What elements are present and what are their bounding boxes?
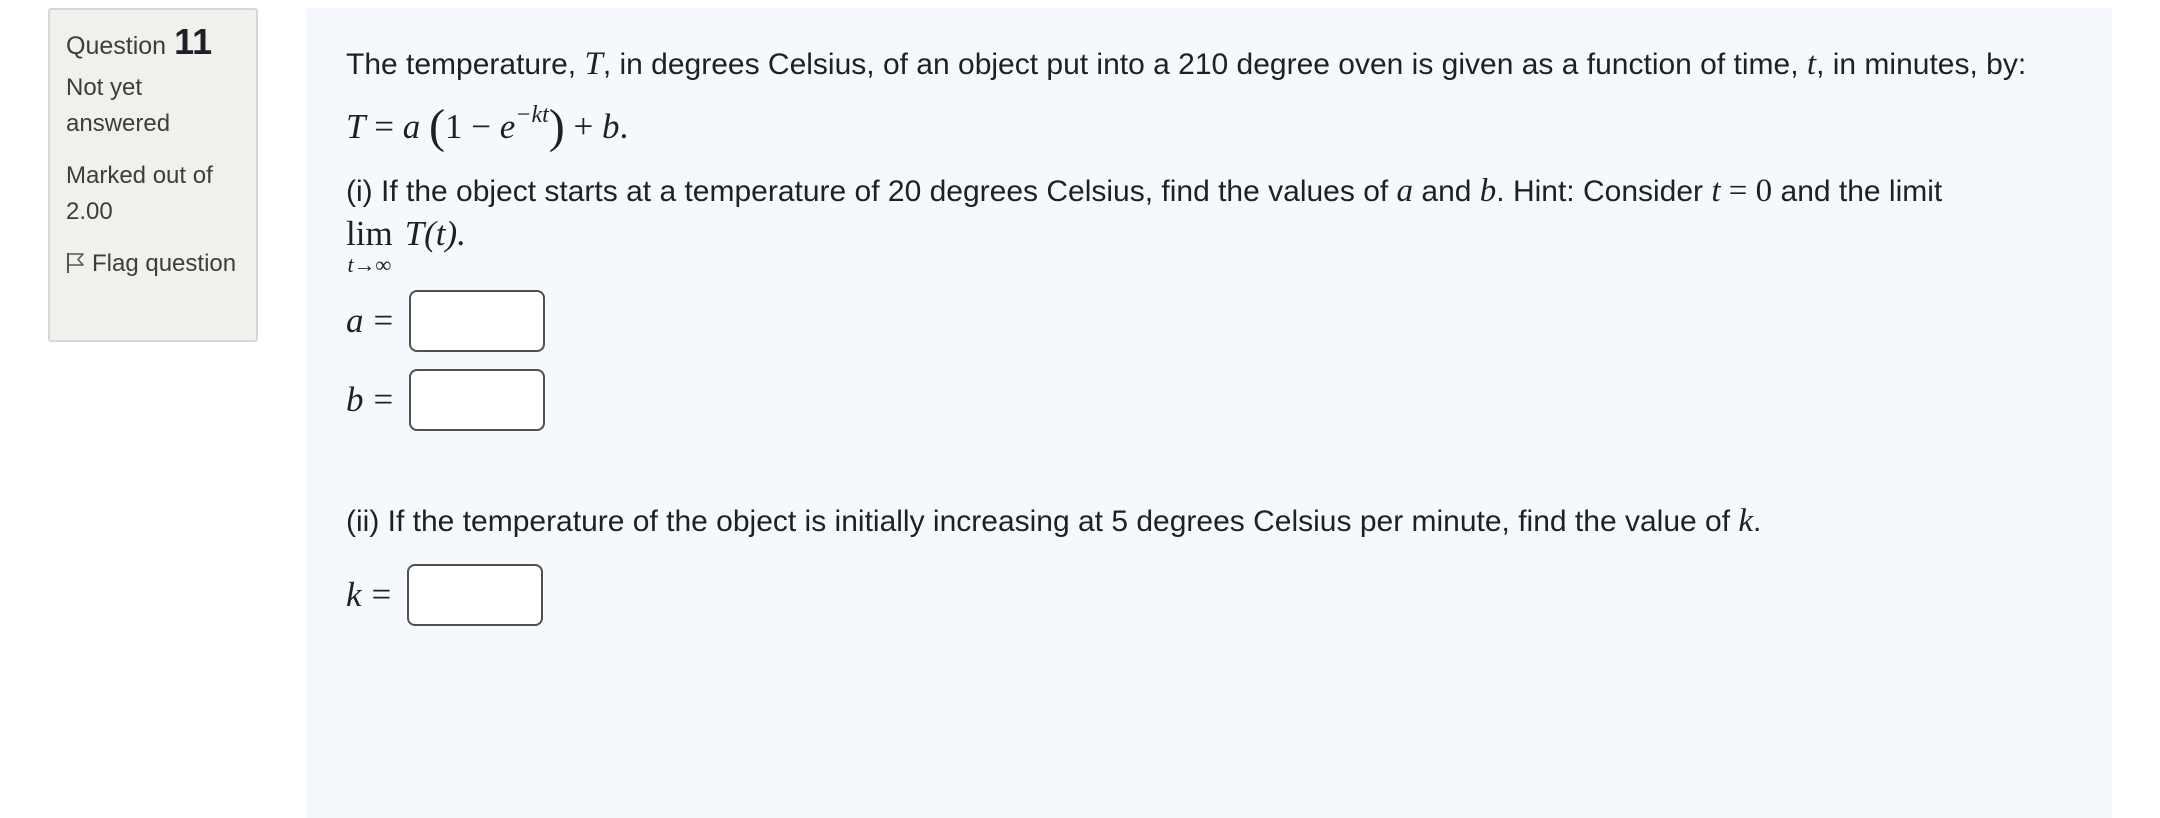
part-i-text-2: and [1413, 175, 1480, 208]
part-ii-text-2: . [1753, 505, 1762, 538]
part-i-var-a: a [1396, 173, 1414, 209]
formula-plus: + [564, 107, 602, 146]
limit-function: T(t). [404, 214, 466, 253]
formula-close-paren: ) [548, 100, 565, 153]
answer-k-label: k [346, 575, 362, 614]
intro-var-T: T [584, 46, 603, 82]
part-i-var-b: b [1479, 173, 1497, 209]
answer-row-b: b = [346, 369, 2072, 431]
question-content: The temperature, T, in degrees Celsius, … [306, 8, 2112, 818]
temperature-formula: T = a (1 − e−kt) + b. [346, 103, 2072, 151]
answer-k-input[interactable] [407, 564, 544, 626]
question-label: Question [66, 32, 167, 60]
answer-b-input[interactable] [409, 369, 546, 431]
formula-e: e [499, 107, 516, 146]
limit-lim: lim [346, 214, 393, 253]
answer-k-equals: = [371, 575, 392, 614]
part-i-text-4: and the limit [1772, 175, 1943, 208]
formula-one-minus: 1 − [444, 107, 500, 146]
question-number-value: 11 [174, 21, 213, 62]
answer-a-equals: = [373, 301, 394, 340]
flag-icon [67, 253, 84, 273]
question-grade: Marked out of 2.00 [66, 162, 213, 225]
limit-expression: lim t→∞ T(t). [346, 214, 2072, 276]
intro-text: The temperature, [346, 48, 585, 81]
part-i-text-1: (i) If the object starts at a temperatur… [346, 175, 1397, 208]
answer-b-label: b [346, 380, 364, 419]
part-ii-text: (ii) If the temperature of the object is… [346, 499, 2072, 544]
part-i-text: (i) If the object starts at a temperatur… [346, 169, 2072, 214]
flag-question-label: Flag question [92, 250, 237, 277]
answer-a-input[interactable] [409, 290, 546, 352]
answer-row-k: k = [346, 564, 2072, 626]
question-intro: The temperature, T, in degrees Celsius, … [346, 42, 2072, 87]
part-ii-text-1: (ii) If the temperature of the object is… [346, 505, 1739, 538]
part-i-text-3: . Hint: Consider [1496, 175, 1712, 208]
question-state: Not yet answered [66, 74, 171, 137]
part-ii-var-k: k [1738, 503, 1754, 539]
intro-text: , in degrees Celsius, of an object put i… [602, 48, 1807, 81]
flag-question-link[interactable]: Flag question [66, 246, 240, 282]
formula-open-paren: ( [428, 100, 445, 153]
question-number: Question 11 [66, 24, 240, 64]
formula-a: a [402, 107, 421, 146]
intro-text: , in minutes, by: [1816, 48, 2027, 81]
answer-b-equals: = [373, 380, 394, 419]
part-i-eq-zero: = 0 [1720, 173, 1773, 209]
formula-b: b [602, 107, 620, 146]
limit-operator: lim t→∞ [346, 214, 393, 276]
answer-a-label: a [346, 301, 364, 340]
formula-equals: = [365, 107, 403, 146]
limit-subscript: t→∞ [347, 252, 392, 277]
formula-T: T [346, 107, 366, 146]
answer-row-a: a = [346, 290, 2072, 352]
formula-period: . [619, 107, 629, 146]
formula-exponent: −kt [515, 102, 549, 128]
question-info-panel: Question 11 Not yet answered Marked out … [48, 8, 258, 342]
part-i-var-t: t [1711, 173, 1721, 209]
intro-var-t: t [1806, 46, 1817, 82]
